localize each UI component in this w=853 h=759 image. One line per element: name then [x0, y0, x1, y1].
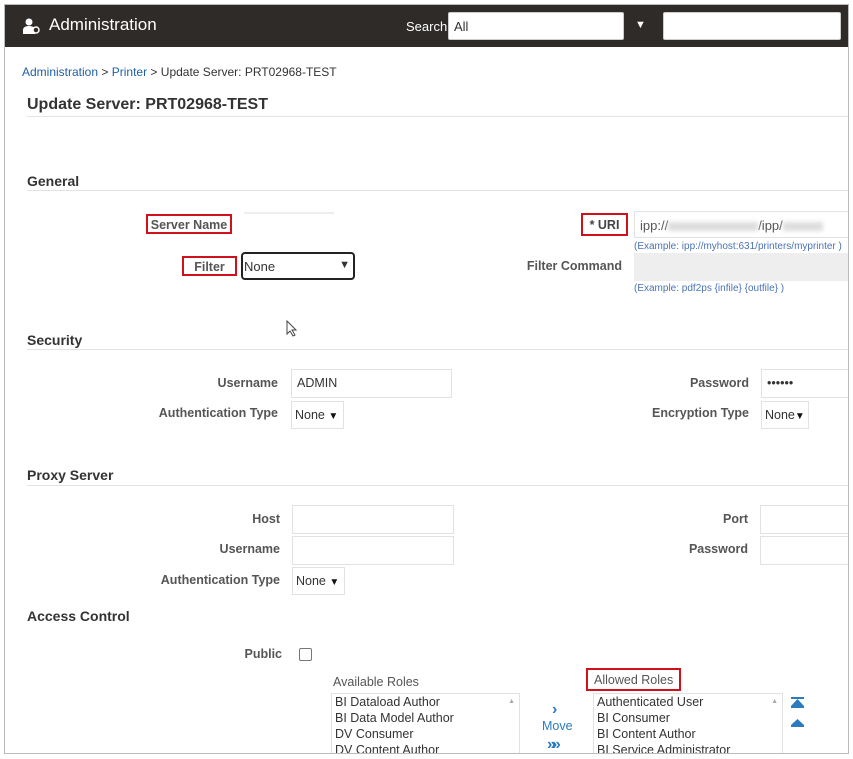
chevron-down-icon: ▼ — [794, 411, 805, 422]
breadcrumb-administration[interactable]: Administration — [22, 65, 98, 79]
auth-type-label: Authentication Type — [158, 406, 278, 420]
app-title: Administration — [49, 15, 157, 34]
redacted-text — [668, 222, 759, 232]
scroll-up-icon[interactable]: ▲ — [771, 694, 778, 710]
uri-prefix: ipp:// — [640, 218, 669, 233]
public-label: Public — [244, 647, 282, 661]
move-button[interactable]: Move — [542, 719, 573, 733]
uri-example: (Example: ipp://myhost:631/printers/mypr… — [634, 241, 842, 252]
password-input[interactable]: •••••• — [761, 369, 848, 398]
server-name-input[interactable] — [244, 212, 334, 214]
move-all-icon[interactable]: »» — [547, 736, 561, 753]
allowed-roles-label: Allowed Roles — [586, 668, 681, 691]
chevron-down-icon: ▼ — [329, 577, 340, 588]
auth-type-value: None — [295, 408, 325, 422]
port-label: Port — [723, 512, 748, 526]
chevron-down-icon: ▼ — [339, 259, 350, 271]
redacted-text — [782, 222, 823, 232]
list-item[interactable]: BI Service Administrator — [597, 742, 779, 753]
filter-command-example: (Example: pdf2ps {infile} {outfile} ) — [634, 283, 785, 294]
page-title: Update Server: PRT02968-TEST — [27, 96, 268, 113]
host-label: Host — [252, 512, 280, 526]
search-label: Search — [406, 19, 448, 34]
uri-label: * URI — [581, 213, 628, 236]
uri-mid: /ipp/ — [758, 218, 783, 233]
list-item[interactable]: Authenticated User — [597, 694, 779, 710]
list-item[interactable]: BI Content Author — [597, 726, 779, 742]
breadcrumb-separator: > — [101, 65, 109, 79]
breadcrumb-current: Update Server: PRT02968-TEST — [160, 65, 337, 79]
divider — [27, 190, 848, 191]
proxy-auth-type-select[interactable]: None ▼ — [292, 567, 345, 595]
move-to-top-icon[interactable] — [791, 697, 804, 708]
section-general: General — [27, 173, 80, 189]
allowed-roles-list[interactable]: Authenticated User BI Consumer BI Conten… — [593, 693, 783, 753]
list-item[interactable]: DV Content Author — [335, 742, 516, 753]
scroll-up-icon[interactable]: ▲ — [508, 694, 515, 710]
move-icon[interactable]: › — [552, 701, 557, 719]
section-access-control: Access Control — [27, 608, 130, 624]
uri-input[interactable]: ipp:// /ipp/ — [634, 211, 848, 238]
list-item[interactable]: DV Consumer — [335, 726, 516, 742]
auth-type-select[interactable]: None ▼ — [291, 401, 344, 429]
password-label: Password — [689, 376, 749, 390]
search-scope-select[interactable]: All — [448, 12, 624, 40]
filter-select-value: None — [244, 259, 276, 274]
proxy-username-label: Username — [219, 542, 280, 556]
divider — [27, 349, 848, 350]
chevron-down-icon[interactable]: ▼ — [635, 19, 646, 31]
available-roles-label: Available Roles — [333, 675, 419, 689]
proxy-username-input[interactable] — [292, 536, 454, 565]
breadcrumb-separator: > — [150, 65, 158, 79]
admin-user-icon — [23, 18, 40, 34]
move-up-icon[interactable] — [791, 719, 804, 727]
divider — [27, 116, 848, 117]
available-roles-list[interactable]: BI Dataload Author BI Data Model Author … — [331, 693, 520, 753]
breadcrumb-printer[interactable]: Printer — [112, 65, 147, 79]
filter-command-input[interactable] — [634, 253, 848, 281]
proxy-password-label: Password — [688, 542, 748, 556]
mouse-cursor-icon — [286, 320, 298, 337]
encryption-type-select[interactable]: None▼ — [761, 401, 809, 429]
encryption-type-value: None — [765, 408, 795, 422]
filter-command-label: Filter Command — [526, 259, 622, 273]
search-input[interactable] — [663, 12, 841, 40]
proxy-auth-type-value: None — [296, 574, 326, 588]
filter-label: Filter — [182, 256, 237, 276]
encryption-type-label: Encryption Type — [651, 406, 749, 420]
host-input[interactable] — [292, 505, 454, 534]
section-proxy-server: Proxy Server — [27, 467, 114, 483]
username-input[interactable]: ADMIN — [291, 369, 452, 398]
breadcrumb: Administration > Printer > Update Server… — [22, 65, 337, 79]
server-name-label: Server Name — [146, 214, 232, 234]
window: Administration Search All ▼ Administrati… — [4, 4, 849, 754]
public-checkbox[interactable] — [299, 648, 312, 661]
divider — [27, 485, 848, 486]
username-label: Username — [217, 376, 278, 390]
list-item[interactable]: BI Dataload Author — [335, 694, 516, 710]
section-security: Security — [27, 332, 83, 348]
chevron-down-icon: ▼ — [328, 411, 339, 422]
port-input[interactable] — [760, 505, 848, 534]
list-item[interactable]: BI Consumer — [597, 710, 779, 726]
list-item[interactable]: BI Data Model Author — [335, 710, 516, 726]
top-bar: Administration Search All ▼ — [5, 5, 848, 47]
filter-select[interactable]: None ▼ — [241, 252, 355, 280]
proxy-auth-type-label: Authentication Type — [160, 573, 280, 587]
proxy-password-input[interactable] — [760, 536, 848, 565]
